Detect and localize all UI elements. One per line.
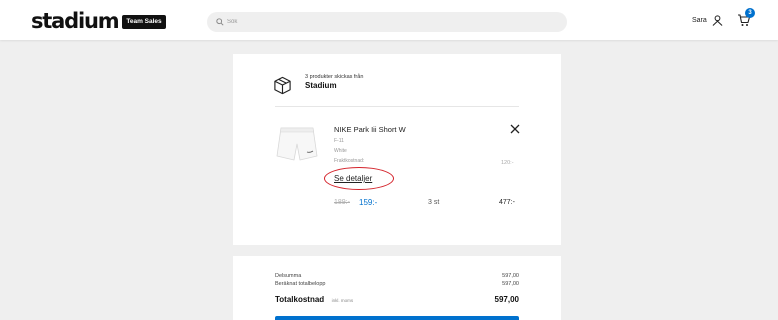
user-menu[interactable]: Sara	[692, 15, 723, 26]
shipping-store-name: Stadium	[305, 81, 337, 90]
subtotal-row: Delsumma 597,00	[275, 273, 519, 279]
subtotal-label: Delsumma	[275, 273, 302, 279]
subtotal-value: 597,00	[502, 273, 519, 279]
line-total: 477:-	[499, 199, 515, 206]
total-label: Totalkostnad	[275, 295, 325, 304]
divider	[275, 106, 519, 107]
original-price: 189:-	[334, 199, 350, 206]
search-input[interactable]	[227, 19, 527, 25]
user-icon	[712, 15, 723, 26]
highlight-circle	[324, 167, 394, 190]
total-row: Totalkostnad inkl. moms 597,00	[275, 289, 519, 307]
box-icon	[274, 76, 291, 95]
cart-count-badge: 3	[745, 8, 755, 18]
product-size: F-11	[334, 138, 344, 144]
delivery-label: Fraktkostnad:	[334, 158, 365, 164]
order-summary-card: Delsumma 597,00 Beräknat totalbelopp 597…	[233, 256, 561, 320]
product-color: White	[334, 148, 347, 154]
checkout-button[interactable]	[275, 316, 519, 320]
team-sales-badge: Team Sales	[122, 15, 166, 29]
stadium-logo[interactable]: stadium Team Sales	[31, 9, 166, 33]
search-bar[interactable]	[207, 12, 567, 32]
top-bar: stadium Team Sales Sara 3	[0, 0, 778, 40]
product-image[interactable]	[273, 122, 321, 166]
product-name[interactable]: NIKE Park Iii Short W	[334, 125, 406, 134]
user-name: Sara	[692, 17, 707, 24]
estimated-total-row: Beräknat totalbelopp 597,00	[275, 281, 519, 287]
delivery-price: 120:-	[501, 160, 514, 166]
shipping-count-text: 3 produkter skickas från	[305, 74, 364, 80]
estimated-total-value: 597,00	[502, 281, 519, 287]
cart-card: 3 produkter skickas från Stadium NIKE Pa…	[233, 54, 561, 245]
quantity[interactable]: 3 st	[428, 199, 439, 206]
search-icon	[216, 18, 224, 26]
total-value: 597,00	[494, 295, 519, 304]
estimated-total-label: Beräknat totalbelopp	[275, 281, 326, 287]
logo-wordmark: stadium	[31, 9, 120, 33]
vat-note: inkl. moms	[331, 298, 354, 303]
close-icon[interactable]	[510, 124, 520, 134]
sale-price: 159:-	[359, 198, 378, 207]
